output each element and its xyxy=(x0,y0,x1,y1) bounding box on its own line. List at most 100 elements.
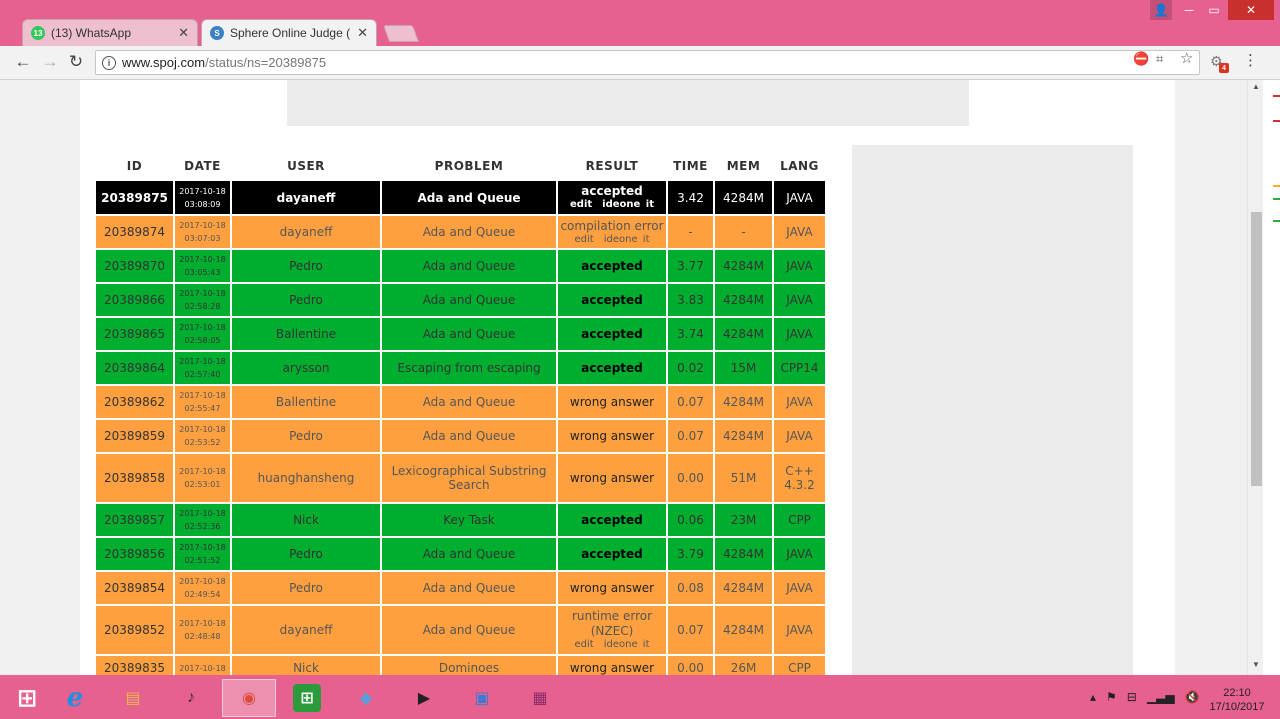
cell-user[interactable]: Pedro xyxy=(232,538,380,570)
taskbar-item[interactable]: ▣ xyxy=(455,679,509,717)
user-link[interactable]: Nick xyxy=(293,513,319,527)
vertical-scrollbar[interactable]: ▲ ▼ xyxy=(1247,80,1263,675)
tab-spoj[interactable]: S Sphere Online Judge (SP ✕ xyxy=(201,19,377,46)
problem-link[interactable]: Ada and Queue xyxy=(417,191,520,205)
submission-id-link[interactable]: 20389856 xyxy=(104,547,165,561)
cell-user[interactable]: Pedro xyxy=(232,284,380,316)
submission-id-link[interactable]: 20389852 xyxy=(104,623,165,637)
submission-id-link[interactable]: 20389862 xyxy=(104,395,165,409)
edit-link[interactable]: edit xyxy=(575,234,594,245)
user-link[interactable]: Ballentine xyxy=(276,327,336,341)
cell-id[interactable]: 20389866 xyxy=(96,284,173,316)
header-lang[interactable]: LANG xyxy=(774,152,825,179)
submission-id-link[interactable]: 20389854 xyxy=(104,581,165,595)
cell-id[interactable]: 20389857 xyxy=(96,504,173,536)
flag-icon[interactable]: ⚑ xyxy=(1106,690,1117,704)
ideone-link[interactable]: ideone it xyxy=(602,199,654,210)
cell-id[interactable]: 20389858 xyxy=(96,454,173,502)
header-problem[interactable]: PROBLEM xyxy=(382,152,556,179)
cell-id[interactable]: 20389852 xyxy=(96,606,173,654)
problem-link[interactable]: Key Task xyxy=(443,513,494,527)
scroll-down-arrow-icon[interactable]: ▼ xyxy=(1248,660,1264,672)
cell-problem[interactable]: Ada and Queue xyxy=(382,386,556,418)
network-adapter-icon[interactable]: ⊟ xyxy=(1127,690,1137,704)
cell-user[interactable]: dayaneff xyxy=(232,606,380,654)
edit-link[interactable]: edit xyxy=(575,639,594,650)
user-link[interactable]: Nick xyxy=(293,661,319,675)
forward-arrow-icon[interactable]: → xyxy=(39,51,61,73)
user-link[interactable]: arysson xyxy=(283,361,330,375)
clock[interactable]: 22:10 17/10/2017 xyxy=(1200,686,1274,714)
cell-id[interactable]: 20389856 xyxy=(96,538,173,570)
cell-problem[interactable]: Lexicographical Substring Search xyxy=(382,454,556,502)
cell-problem[interactable]: Ada and Queue xyxy=(382,181,556,214)
cell-user[interactable]: Nick xyxy=(232,656,380,675)
user-profile-icon[interactable]: 👤 xyxy=(1150,0,1172,20)
cell-id[interactable]: 20389875 xyxy=(96,181,173,214)
cell-id[interactable]: 20389859 xyxy=(96,420,173,452)
submission-id-link[interactable]: 20389857 xyxy=(104,513,165,527)
header-date[interactable]: DATE xyxy=(175,152,230,179)
cell-user[interactable]: Pedro xyxy=(232,572,380,604)
user-link[interactable]: huanghansheng xyxy=(258,471,355,485)
cell-user[interactable]: Ballentine xyxy=(232,318,380,350)
submission-id-link[interactable]: 20389858 xyxy=(104,471,165,485)
menu-dots-icon[interactable]: ⋮ xyxy=(1243,51,1258,69)
cell-id[interactable]: 20389870 xyxy=(96,250,173,282)
taskbar-item[interactable]: ◉ xyxy=(222,679,276,717)
cell-problem[interactable]: Ada and Queue xyxy=(382,284,556,316)
bookmark-star-icon[interactable]: ☆ xyxy=(1180,49,1193,67)
close-icon[interactable]: ✕ xyxy=(357,25,368,41)
header-time[interactable]: TIME xyxy=(668,152,713,179)
cell-problem[interactable]: Ada and Queue xyxy=(382,538,556,570)
cell-user[interactable]: Pedro xyxy=(232,250,380,282)
taskbar-item[interactable]: ▦ xyxy=(513,679,567,717)
user-link[interactable]: Pedro xyxy=(289,429,323,443)
user-link[interactable]: dayaneff xyxy=(280,623,333,637)
problem-link[interactable]: Dominoes xyxy=(439,661,499,675)
problem-link[interactable]: Escaping from escaping xyxy=(397,361,540,375)
cell-user[interactable]: Nick xyxy=(232,504,380,536)
cell-problem[interactable]: Key Task xyxy=(382,504,556,536)
cell-problem[interactable]: Ada and Queue xyxy=(382,572,556,604)
taskbar-item[interactable]: ⊞ xyxy=(280,679,334,717)
ideone-link[interactable]: ideone it xyxy=(604,234,650,245)
header-user[interactable]: USER xyxy=(232,152,380,179)
taskbar-item[interactable]: ▤ xyxy=(106,679,160,717)
cell-id[interactable]: 20389854 xyxy=(96,572,173,604)
taskbar-item[interactable]: ◆ xyxy=(339,679,393,717)
problem-link[interactable]: Ada and Queue xyxy=(423,259,516,273)
address-bar[interactable]: i www.spoj.com/status/ns=20389875 xyxy=(95,50,1200,75)
cell-user[interactable]: dayaneff xyxy=(232,181,380,214)
submission-id-link[interactable]: 20389835 xyxy=(104,661,165,675)
edit-link[interactable]: edit xyxy=(570,199,592,210)
cell-problem[interactable]: Escaping from escaping xyxy=(382,352,556,384)
signal-icon[interactable]: ▁▃▅ xyxy=(1147,690,1175,704)
submission-id-link[interactable]: 20389865 xyxy=(104,327,165,341)
scroll-up-arrow-icon[interactable]: ▲ xyxy=(1248,82,1264,94)
user-link[interactable]: dayaneff xyxy=(280,225,333,239)
blocked-popup-icon[interactable]: ⛔ xyxy=(1133,51,1149,67)
problem-link[interactable]: Ada and Queue xyxy=(423,327,516,341)
submission-id-link[interactable]: 20389866 xyxy=(104,293,165,307)
user-link[interactable]: Pedro xyxy=(289,293,323,307)
tab-whatsapp[interactable]: 13 (13) WhatsApp ✕ xyxy=(22,19,198,46)
cell-user[interactable]: Ballentine xyxy=(232,386,380,418)
cell-problem[interactable]: Ada and Queue xyxy=(382,216,556,248)
back-arrow-icon[interactable]: ← xyxy=(12,51,34,73)
problem-link[interactable]: Ada and Queue xyxy=(423,581,516,595)
taskbar-item[interactable]: e xyxy=(48,679,102,717)
taskbar-item[interactable]: ♪ xyxy=(164,679,218,717)
translate-icon[interactable]: ⌗ xyxy=(1156,51,1163,67)
user-link[interactable]: dayaneff xyxy=(277,191,336,205)
problem-link[interactable]: Ada and Queue xyxy=(423,225,516,239)
cell-problem[interactable]: Ada and Queue xyxy=(382,420,556,452)
problem-link[interactable]: Ada and Queue xyxy=(423,623,516,637)
ideone-link[interactable]: ideone it xyxy=(604,639,650,650)
cell-user[interactable]: Pedro xyxy=(232,420,380,452)
window-close-button[interactable]: ✕ xyxy=(1228,0,1274,20)
problem-link[interactable]: Ada and Queue xyxy=(423,547,516,561)
user-link[interactable]: Pedro xyxy=(289,547,323,561)
cell-user[interactable]: dayaneff xyxy=(232,216,380,248)
reload-icon[interactable]: ↻ xyxy=(65,51,87,73)
